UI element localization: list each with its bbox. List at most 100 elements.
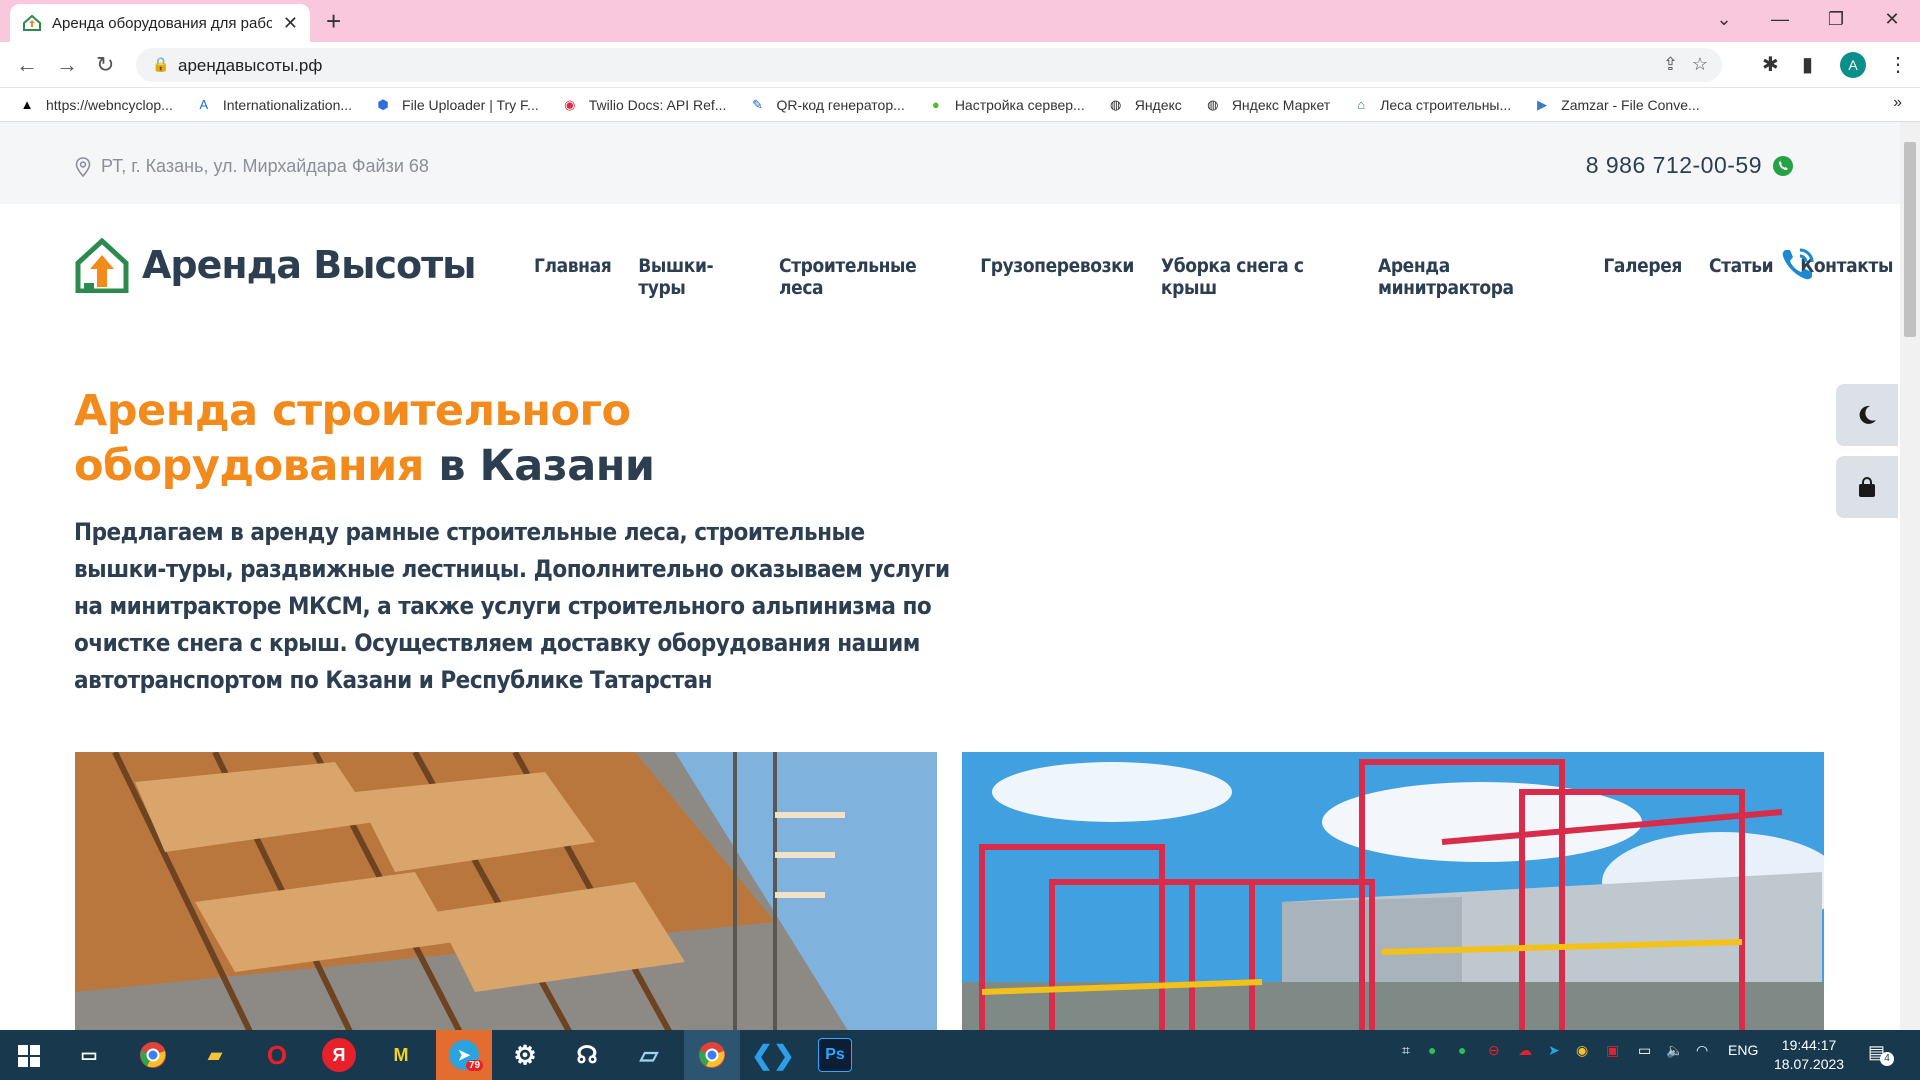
tab-search-icon[interactable]: ⌄: [1696, 0, 1752, 42]
chevron-right-icon[interactable]: »: [1893, 94, 1902, 112]
scrollbar-thumb[interactable]: [1904, 142, 1916, 337]
language-indicator[interactable]: ENG: [1728, 1042, 1758, 1058]
twilio-icon: ◉: [564, 96, 576, 112]
bookmark-item[interactable]: ◍ Яндекс: [1107, 96, 1182, 114]
bookmarks-bar: ▲ https://webncyclop... A Internationaliza…: [0, 88, 1920, 122]
hero-title: Аренда строительного оборудования в Каза…: [74, 384, 655, 494]
bookmark-item[interactable]: ◍ Яндекс Маркет: [1204, 96, 1330, 114]
close-tab-icon[interactable]: ✕: [283, 13, 298, 34]
task-view-icon[interactable]: ▭: [72, 1038, 106, 1072]
headset-icon[interactable]: ☊: [570, 1038, 604, 1072]
bookmark-item[interactable]: ● Настройка сервер...: [927, 96, 1085, 114]
file-explorer-icon[interactable]: ▰: [198, 1038, 232, 1072]
tab-title: Аренда оборудования для рабо: [52, 14, 272, 32]
moon-icon: [1859, 405, 1876, 424]
nav-item-snow-removal[interactable]: Уборка снега с крыш: [1161, 255, 1351, 299]
globe-icon: ◍: [1207, 96, 1219, 112]
chrome-active-icon[interactable]: [684, 1030, 740, 1080]
phone-call-icon[interactable]: [1778, 244, 1818, 284]
battery-icon[interactable]: ▭: [1638, 1042, 1651, 1059]
system-clock[interactable]: 19:44:17 18.07.2023: [1774, 1036, 1844, 1074]
site-logo[interactable]: Аренда Высоты: [74, 237, 477, 293]
tray-app2-icon[interactable]: ▣: [1606, 1042, 1619, 1059]
frame-scaffolding-photo[interactable]: [962, 752, 1824, 1030]
nav-item-scaffolding[interactable]: Строительные леса: [779, 255, 953, 299]
settings-gear-icon[interactable]: ⚙: [508, 1038, 542, 1072]
chrome-icon[interactable]: [136, 1038, 170, 1072]
frame-scaffolding-illustration: [962, 752, 1824, 1030]
notifications-icon[interactable]: ▤ 4: [1868, 1042, 1894, 1066]
nav-item-articles[interactable]: Статьи: [1709, 255, 1774, 299]
yandex-market-icon[interactable]: M: [384, 1038, 418, 1072]
tray-download-icon[interactable]: ●: [1458, 1042, 1466, 1058]
reload-icon[interactable]: ↻: [96, 52, 114, 78]
share-icon[interactable]: ⇪: [1663, 54, 1678, 75]
house-icon: [23, 14, 41, 31]
tray-telegram-icon[interactable]: ➤: [1548, 1042, 1560, 1059]
azure-icon: A: [199, 96, 209, 112]
page-scrollbar[interactable]: [1900, 122, 1920, 1030]
hero-description: Предлагаем в аренду рамные строительные …: [74, 518, 950, 694]
address-line: РТ, г. Казань, ул. Мирхайдара Файзи 68: [75, 156, 429, 177]
bookmark-item[interactable]: ▶ Zamzar - File Conve...: [1533, 96, 1699, 114]
zamzar-icon: ▶: [1537, 96, 1548, 112]
volume-icon[interactable]: 🔈: [1666, 1042, 1683, 1059]
tray-cloud-icon[interactable]: ☁: [1518, 1042, 1532, 1059]
nav-item-freight[interactable]: Грузоперевозки: [980, 255, 1134, 299]
tray-icon[interactable]: ⌗: [1402, 1042, 1410, 1059]
lock-icon[interactable]: 🔒: [152, 56, 169, 73]
bookmark-item[interactable]: ⬢ File Uploader | Try F...: [374, 96, 538, 114]
bookmark-item[interactable]: ◉ Twilio Docs: API Ref...: [561, 96, 726, 114]
bookmark-star-icon[interactable]: ☆: [1692, 54, 1708, 75]
nav-item-home[interactable]: Главная: [534, 255, 612, 299]
vscode-icon[interactable]: ❮❯: [751, 1038, 795, 1072]
house-logo-icon: [75, 237, 129, 293]
tray-stop-icon[interactable]: ⊖: [1488, 1042, 1500, 1059]
back-arrow-icon[interactable]: ←: [16, 52, 38, 78]
new-tab-button[interactable]: +: [326, 6, 341, 37]
phone-link[interactable]: 8 986 712-00-59: [1586, 152, 1762, 179]
leaf-icon: ●: [931, 96, 940, 112]
tray-app-icon[interactable]: ●: [1428, 1042, 1436, 1058]
nav-item-gallery[interactable]: Галерея: [1603, 255, 1682, 299]
windows-taskbar: ▭ ▰ O Я M ➤ 79 ⚙ ☊ ▱ ❮❯ Ps ⌗ ● ● ⊖ ☁ ➤ ◉ …: [0, 1030, 1920, 1080]
minimize-button[interactable]: —: [1752, 0, 1808, 42]
telegram-icon[interactable]: ➤ 79: [436, 1030, 492, 1080]
wifi-icon[interactable]: ◠: [1696, 1042, 1708, 1059]
yandex-browser-icon[interactable]: Я: [322, 1038, 356, 1072]
uploader-icon: ⬢: [377, 96, 389, 112]
url-text[interactable]: арендавысоты.рф: [178, 56, 322, 76]
side-panel-icon[interactable]: ▮: [1802, 52, 1813, 77]
profile-avatar[interactable]: A: [1840, 52, 1866, 78]
browser-menu-icon[interactable]: ⋮: [1888, 52, 1908, 77]
photoshop-icon[interactable]: Ps: [818, 1038, 852, 1072]
windows-start-icon[interactable]: [18, 1045, 40, 1067]
bookmark-item[interactable]: ▲ https://webncyclop...: [18, 96, 173, 114]
extensions-puzzle-icon[interactable]: ✱: [1762, 52, 1779, 77]
forward-arrow-icon[interactable]: →: [56, 52, 78, 78]
notes-app-icon[interactable]: ▱: [632, 1038, 666, 1072]
whatsapp-icon[interactable]: [1772, 155, 1794, 177]
nav-item-minitractor[interactable]: Аренда минитрактора: [1378, 255, 1576, 299]
bookmark-item[interactable]: ✎ QR-код генератор...: [748, 96, 905, 114]
restore-button[interactable]: ❐: [1808, 0, 1864, 42]
location-pin-icon: [75, 156, 91, 177]
house-icon: ⌂: [1357, 96, 1366, 112]
main-nav: Главная Вышки-туры Строительные леса Гру…: [534, 255, 1920, 299]
address-text: РТ, г. Казань, ул. Мирхайдара Файзи 68: [101, 156, 429, 176]
bookmark-item[interactable]: ⌂ Леса строительны...: [1352, 96, 1511, 114]
browser-toolbar: ← → ↻ 🔒 арендавысоты.рф ⇪ ☆: [0, 42, 1920, 88]
browser-tab[interactable]: Аренда оборудования для рабо ✕: [10, 4, 310, 42]
bookmark-item[interactable]: A Internationalization...: [195, 96, 353, 114]
address-bar[interactable]: 🔒 арендавысоты.рф ⇪ ☆: [136, 48, 1722, 82]
clock-date: 18.07.2023: [1774, 1056, 1845, 1072]
hero-title-accent-line1: Аренда строительного: [74, 386, 631, 436]
scaffolding-photo[interactable]: [75, 752, 937, 1030]
cart-button[interactable]: [1836, 456, 1898, 518]
tray-chrome-icon[interactable]: ◉: [1576, 1042, 1588, 1059]
opera-icon[interactable]: O: [260, 1038, 294, 1072]
close-window-button[interactable]: ✕: [1864, 0, 1920, 42]
globe-icon: ◍: [1110, 96, 1122, 112]
nav-item-towers[interactable]: Вышки-туры: [638, 255, 752, 299]
dark-mode-toggle[interactable]: [1836, 384, 1898, 446]
